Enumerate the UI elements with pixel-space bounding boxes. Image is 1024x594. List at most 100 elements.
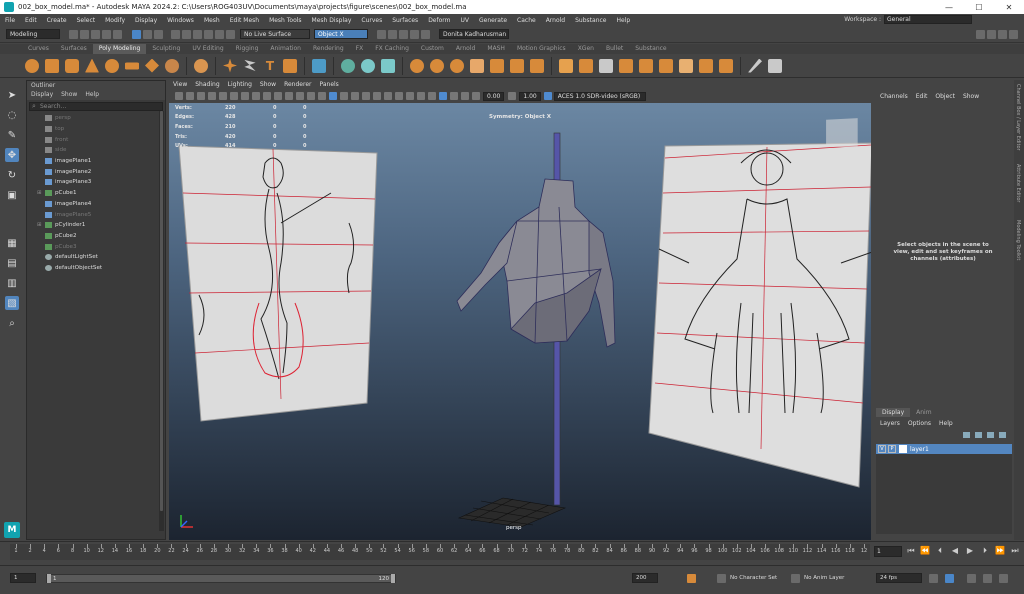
color-space-dropdown[interactable]: ACES 1.0 SDR-video (sRGB) — [553, 91, 646, 101]
maya-home-icon[interactable]: M — [4, 522, 20, 538]
super-shape-icon[interactable] — [194, 58, 208, 73]
shelf-tab-custom[interactable]: Custom — [415, 44, 450, 54]
new-scene-icon[interactable] — [69, 29, 78, 39]
sweep-mesh-icon[interactable] — [223, 58, 237, 73]
cb-menu-object[interactable]: Object — [935, 92, 955, 102]
camera-attributes-icon[interactable] — [185, 92, 194, 100]
move-tool-icon[interactable]: ✥ — [5, 148, 19, 162]
menu-file[interactable]: File — [0, 17, 20, 24]
outliner-search-input[interactable]: Search... — [29, 102, 163, 111]
shelf-tab-bullet[interactable]: Bullet — [600, 44, 629, 54]
type-tool-icon[interactable] — [244, 59, 256, 72]
outliner-item[interactable]: pCube3 — [27, 241, 165, 252]
xray-icon[interactable] — [438, 92, 447, 100]
shelf-tab-uv-editing[interactable]: UV Editing — [186, 44, 229, 54]
outliner-item[interactable]: side — [27, 145, 165, 156]
shelf-tab-arnold[interactable]: Arnold — [450, 44, 481, 54]
outliner-layout-icon[interactable]: ▧ — [5, 296, 19, 310]
animation-end-field[interactable]: 200 — [632, 573, 658, 583]
poly-disc-icon[interactable] — [145, 58, 159, 73]
close-button[interactable]: ✕ — [994, 3, 1024, 12]
step-forward-key-icon[interactable]: ⏩ — [995, 546, 1005, 556]
step-back-key-icon[interactable]: ⏪ — [920, 546, 930, 556]
smooth-icon[interactable] — [381, 58, 395, 73]
smooth-shade-icon[interactable] — [328, 92, 337, 100]
use-all-lights-icon[interactable] — [361, 92, 370, 100]
menu-generate[interactable]: Generate — [474, 17, 512, 24]
layer-tab-display[interactable]: Display — [876, 408, 911, 417]
snap-point-icon[interactable] — [193, 29, 202, 39]
vp-menu-lighting[interactable]: Lighting — [228, 80, 252, 90]
bookmark-icon[interactable] — [196, 92, 205, 100]
outliner-item[interactable]: ⊞ pCylinder1 — [27, 220, 165, 231]
fps-dropdown[interactable]: 24 fps — [876, 573, 922, 583]
xray-joints-icon[interactable] — [449, 92, 458, 100]
snap-plane-icon[interactable] — [204, 29, 213, 39]
move-layer-down-icon[interactable] — [975, 432, 982, 438]
outliner-item[interactable]: imagePlane3 — [27, 177, 165, 188]
shelf-tab-motion-graphics[interactable]: Motion Graphics — [511, 44, 572, 54]
go-to-end-icon[interactable]: ⏭ — [1010, 546, 1020, 556]
play-forwards-icon[interactable]: ▶ — [965, 546, 975, 556]
cb-menu-show[interactable]: Show — [963, 92, 979, 102]
svg-icon[interactable] — [283, 58, 297, 73]
live-surface-field[interactable]: No Live Surface — [240, 29, 310, 39]
maximize-button[interactable]: ☐ — [964, 3, 994, 12]
render-frame-icon[interactable] — [388, 29, 397, 39]
multi-cut-icon[interactable] — [559, 58, 573, 73]
sound-icon[interactable] — [967, 574, 976, 583]
shelf-tab-xgen[interactable]: XGen — [572, 44, 600, 54]
grease-pencil-icon[interactable] — [229, 92, 238, 100]
insert-loop-icon[interactable] — [699, 58, 713, 73]
outliner-item[interactable]: imagePlane5 — [27, 209, 165, 220]
motion-blur-icon[interactable] — [394, 92, 403, 100]
menu-modify[interactable]: Modify — [100, 17, 130, 24]
poly-torus-icon[interactable] — [105, 58, 119, 73]
vp-menu-view[interactable]: View — [173, 80, 187, 90]
shelf-tab-surfaces[interactable]: Surfaces — [55, 44, 93, 54]
workspace-dropdown[interactable]: General — [884, 15, 972, 24]
menu-display[interactable]: Display — [130, 17, 162, 24]
snap-grid-icon[interactable] — [171, 29, 180, 39]
vp-menu-shading[interactable]: Shading — [195, 80, 219, 90]
3d-viewport[interactable]: Verts: 220 0 0 Edges: 428 0 0 Faces: 210 0 0 Tris… — [169, 103, 871, 540]
layer-playback-toggle[interactable]: P — [888, 445, 896, 453]
character-set-dropdown[interactable]: No Character Set — [730, 575, 777, 581]
layer-menu-options[interactable]: Options — [908, 420, 931, 427]
symmetry-dropdown[interactable]: Object X — [314, 29, 368, 39]
anim-layer-icon[interactable] — [791, 574, 800, 583]
outliner-item[interactable]: persp — [27, 113, 165, 124]
outliner-item[interactable]: imagePlane1 — [27, 156, 165, 167]
select-component-icon[interactable] — [154, 29, 163, 39]
shelf-tab-curves[interactable]: Curves — [22, 44, 55, 54]
range-end-handle[interactable] — [391, 574, 395, 583]
safe-title-icon[interactable] — [306, 92, 315, 100]
auto-key-icon[interactable] — [687, 574, 696, 583]
render-settings-icon[interactable] — [410, 29, 419, 39]
gamma-icon[interactable] — [507, 92, 516, 100]
anim-layer-dropdown[interactable]: No Anim Layer — [804, 575, 844, 581]
cb-menu-channels[interactable]: Channels — [880, 92, 908, 102]
character-set-icon[interactable] — [717, 574, 726, 583]
view-cube[interactable] — [826, 118, 858, 148]
shelf-tab-poly-modeling[interactable]: Poly Modeling — [92, 44, 147, 54]
fill-hole-icon[interactable] — [490, 58, 504, 73]
new-layer-selected-icon[interactable] — [999, 432, 1006, 438]
menu-surfaces[interactable]: Surfaces — [387, 17, 423, 24]
layer-menu-help[interactable]: Help — [939, 420, 953, 427]
safe-action-icon[interactable] — [295, 92, 304, 100]
wedge-icon[interactable] — [639, 58, 653, 73]
quad-draw-icon[interactable] — [748, 58, 762, 73]
extrude-icon[interactable] — [530, 58, 544, 73]
select-hierarchy-icon[interactable] — [132, 29, 141, 39]
select-object-icon[interactable] — [143, 29, 152, 39]
search-icon[interactable]: ⌕ — [5, 316, 19, 330]
user-account-dropdown[interactable]: Donita Kadharusman — [439, 29, 509, 39]
xray-components-icon[interactable] — [460, 92, 469, 100]
wireframe-icon[interactable] — [317, 92, 326, 100]
boolean-intersect-icon[interactable] — [450, 58, 464, 73]
ipr-render-icon[interactable] — [399, 29, 408, 39]
vp-menu-renderer[interactable]: Renderer — [284, 80, 311, 90]
outliner-menu-help[interactable]: Help — [85, 90, 99, 100]
outliner-item[interactable]: pCube2 — [27, 231, 165, 242]
